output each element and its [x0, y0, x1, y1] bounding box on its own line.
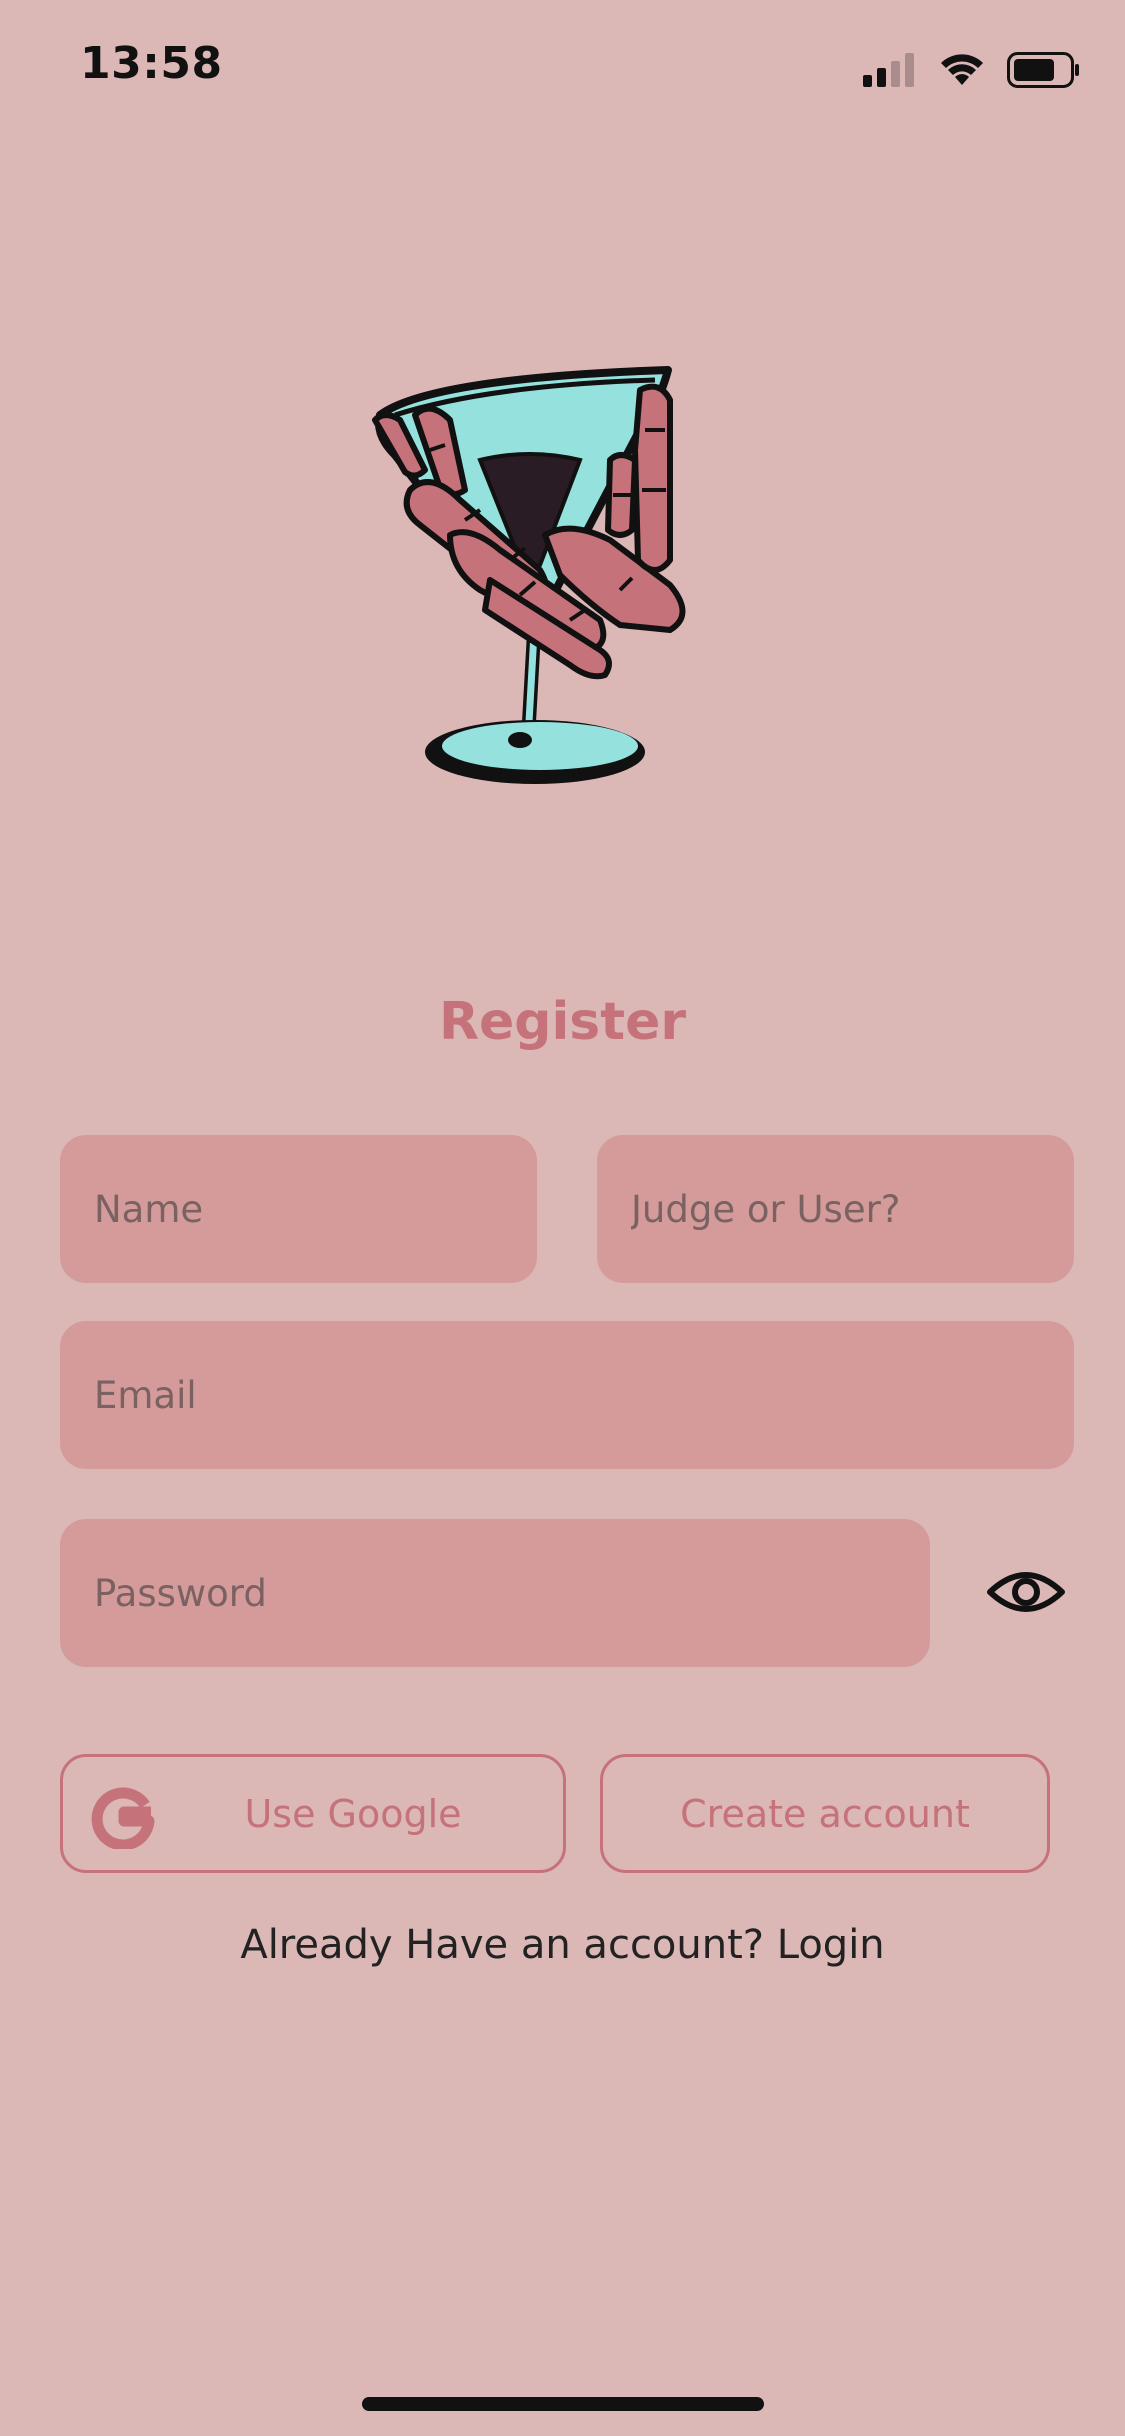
wifi-icon [941, 54, 983, 85]
register-screen: 13:58 Register Name Judge or User? Email… [0, 0, 1125, 2436]
home-indicator[interactable] [362, 2397, 764, 2411]
login-prompt-text: Already Have an account? [240, 1922, 765, 1968]
email-field[interactable] [60, 1321, 1074, 1469]
password-input[interactable] [94, 1519, 930, 1667]
role-field[interactable] [597, 1135, 1074, 1283]
create-account-button[interactable]: Create account [600, 1754, 1050, 1873]
password-field[interactable] [60, 1519, 930, 1667]
create-account-label: Create account [680, 1791, 970, 1836]
page-title: Register [438, 992, 687, 1052]
name-input[interactable] [94, 1135, 537, 1283]
role-input[interactable] [631, 1135, 1074, 1283]
name-field[interactable] [60, 1135, 537, 1283]
use-google-button[interactable]: Use Google [60, 1754, 566, 1873]
use-google-label: Use Google [244, 1791, 462, 1836]
skeleton-hand-martini-logo [372, 366, 686, 784]
login-link[interactable]: Login [777, 1922, 885, 1968]
email-input[interactable] [94, 1321, 1074, 1469]
cellular-signal-icon [863, 53, 914, 87]
eye-icon[interactable] [986, 1562, 1066, 1622]
google-g-icon [91, 1787, 155, 1849]
battery-icon [1007, 52, 1079, 88]
login-prompt-row: Already Have an account? Login [0, 1922, 1125, 1968]
status-icons [863, 48, 1081, 92]
status-time: 13:58 [80, 38, 223, 89]
